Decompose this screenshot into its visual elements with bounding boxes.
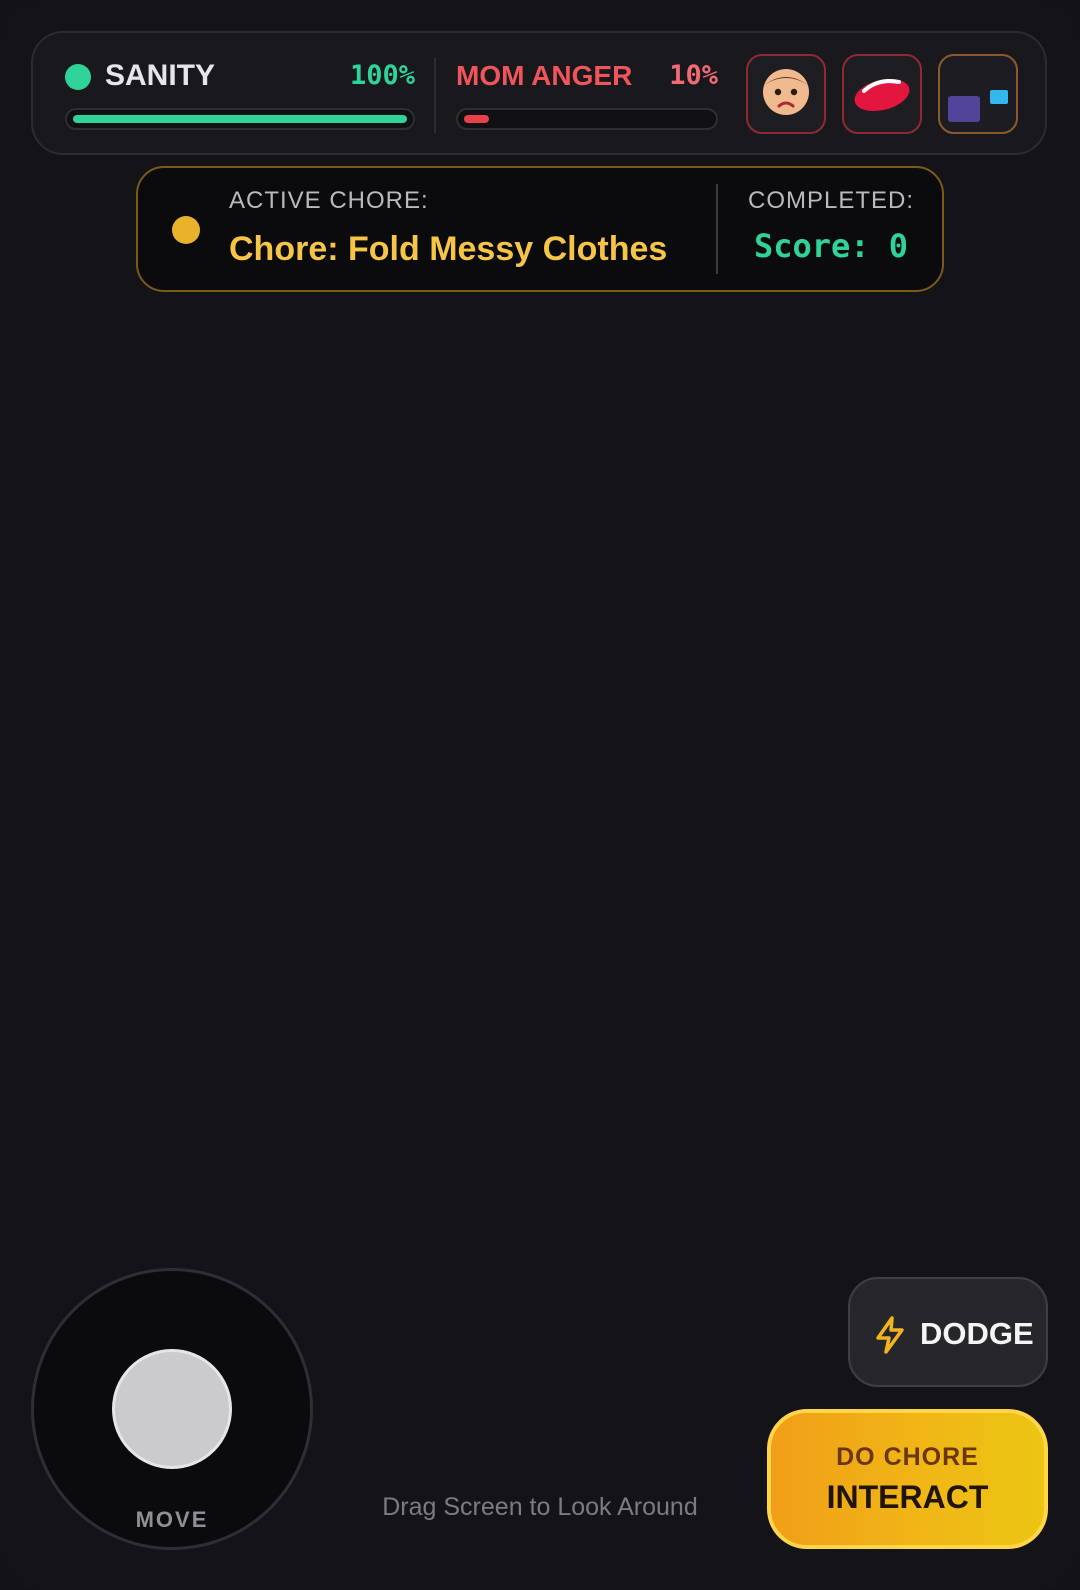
active-chore-card: ACTIVE CHORE: Chore: Fold Messy Clothes … (136, 166, 944, 292)
move-joystick[interactable]: MOVE (31, 1268, 313, 1550)
completed-label: COMPLETED: (747, 187, 915, 214)
mom-anger-label: MOM ANGER (456, 60, 633, 91)
status-hud: SANITY 100% MOM ANGER 10% (31, 31, 1047, 155)
sanity-bar (65, 108, 415, 130)
do-chore-interact-button[interactable]: DO CHORE INTERACT (767, 1409, 1048, 1549)
mom-anger-bar (456, 108, 718, 130)
mom-anger-bar-fill (464, 115, 489, 123)
game-screen[interactable]: SANITY 100% MOM ANGER 10% ACTIVE CHORE: … (0, 0, 1080, 1590)
chore-status-dot (172, 216, 200, 244)
rooms-map-icon[interactable] (938, 54, 1018, 134)
move-label: MOVE (135, 1507, 209, 1532)
mom-anger-percent: 10% (669, 60, 718, 91)
chore-divider (716, 184, 718, 274)
active-chore-label: ACTIVE CHORE: (229, 187, 429, 214)
do-chore-label: DO CHORE (836, 1443, 979, 1471)
joystick-knob[interactable] (112, 1349, 232, 1469)
sanity-indicator-dot (65, 64, 91, 90)
hud-divider (434, 57, 436, 133)
active-chore-name: Chore: Fold Messy Clothes (229, 230, 668, 268)
dodge-button[interactable]: DODGE (848, 1277, 1048, 1387)
lightning-bolt-icon (876, 1316, 904, 1354)
look-around-hint: Drag Screen to Look Around (382, 1493, 698, 1521)
lips-icon[interactable] (842, 54, 922, 134)
sanity-label: SANITY (105, 59, 216, 92)
mom-anger-stat: MOM ANGER 10% (456, 33, 718, 157)
sanity-percent: 100% (349, 60, 415, 91)
mom-anger-header: MOM ANGER 10% (456, 59, 718, 93)
sanity-header: SANITY 100% (65, 59, 415, 93)
interact-label: INTERACT (826, 1479, 989, 1515)
score-value: Score: 0 (753, 227, 909, 265)
mom-face-icon[interactable] (746, 54, 826, 134)
sanity-stat: SANITY 100% (65, 33, 415, 157)
sanity-bar-fill (73, 115, 407, 123)
dodge-label: DODGE (920, 1316, 1034, 1351)
